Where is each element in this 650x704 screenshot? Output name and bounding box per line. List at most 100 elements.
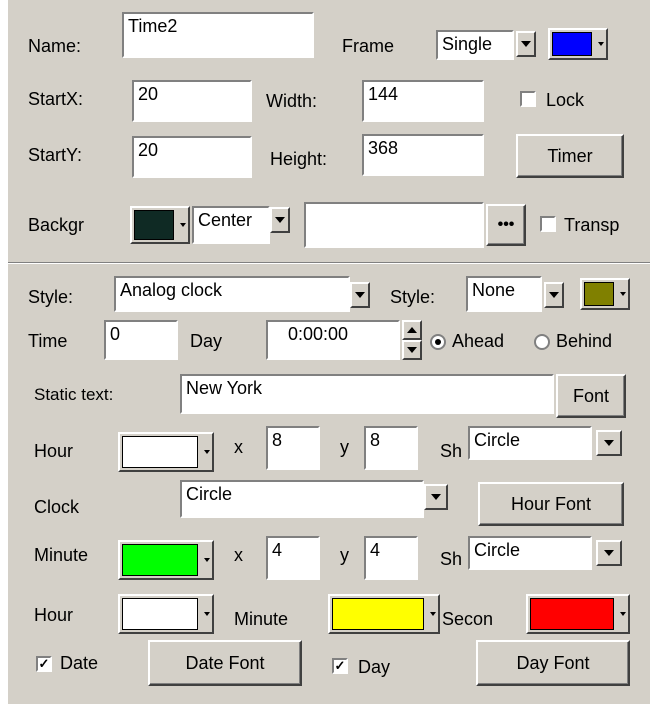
background-image-input[interactable]: [304, 202, 484, 248]
startx-input[interactable]: 20: [132, 80, 252, 122]
chevron-down-icon: [275, 217, 285, 223]
background-color-swatch: [134, 210, 174, 240]
day-offset-label: Day: [190, 331, 223, 351]
chevron-down-icon: [204, 450, 210, 454]
lock-label: Lock: [546, 90, 585, 110]
hour-y-input[interactable]: 8: [364, 426, 418, 470]
checkmark-icon: ✓: [334, 658, 346, 673]
minute-hand-color-swatch: [332, 598, 424, 630]
hour-font-button[interactable]: Hour Font: [478, 482, 624, 526]
name-label: Name:: [28, 36, 82, 56]
minute-x-input[interactable]: 4: [266, 536, 320, 580]
browse-button[interactable]: •••: [486, 204, 526, 246]
style-color-swatch: [584, 282, 614, 306]
chevron-down-icon: [620, 612, 626, 616]
hour-hand-color-picker[interactable]: [118, 594, 214, 634]
chevron-down-icon: [355, 292, 365, 298]
style-color-picker[interactable]: [580, 278, 630, 310]
minute-y-input[interactable]: 4: [364, 536, 418, 580]
background-color-picker[interactable]: [130, 206, 190, 244]
day-checkbox[interactable]: ✓: [332, 658, 348, 674]
frame-label: Frame: [342, 36, 395, 56]
style2-select[interactable]: None: [466, 276, 542, 312]
chevron-down-icon: [521, 41, 531, 47]
minute-label: Minute: [34, 545, 89, 565]
timer-button[interactable]: Timer: [516, 134, 624, 178]
hour-color-picker[interactable]: [118, 432, 214, 472]
lock-checkbox[interactable]: [520, 91, 536, 107]
hour-shape-dropdown[interactable]: [596, 430, 622, 456]
chevron-down-icon: [604, 440, 614, 446]
time-label: Time: [28, 331, 68, 351]
day-font-button[interactable]: Day Font: [476, 640, 630, 686]
clock-shape-dropdown[interactable]: [424, 484, 448, 510]
style-select[interactable]: Analog clock: [114, 276, 350, 312]
frame-color-picker[interactable]: [548, 28, 608, 60]
behind-radio[interactable]: [534, 334, 550, 350]
style-label: Style:: [28, 287, 74, 307]
date-label: Date: [60, 653, 99, 673]
chevron-down-icon: [604, 550, 614, 556]
clock-shape-select[interactable]: Circle: [180, 480, 424, 518]
second-hand-label: Secon: [442, 609, 494, 629]
time-input[interactable]: 0: [104, 320, 178, 360]
hour-x-input[interactable]: 8: [266, 426, 320, 470]
behind-label: Behind: [556, 331, 613, 351]
minute-shape-select[interactable]: Circle: [468, 536, 592, 570]
style2-label: Style:: [390, 287, 436, 307]
hour-x-label: x: [234, 437, 243, 457]
minute-y-label: y: [340, 545, 349, 565]
starty-label: StartY:: [28, 145, 83, 165]
chevron-down-icon: [204, 558, 210, 562]
starty-input[interactable]: 20: [132, 136, 252, 178]
background-align-dropdown[interactable]: [270, 207, 290, 233]
frame-dropdown-button[interactable]: [516, 31, 536, 57]
minute-shape-dropdown[interactable]: [596, 540, 622, 566]
style-dropdown-button[interactable]: [350, 282, 370, 308]
day-time-input[interactable]: 0:00:00: [266, 320, 400, 360]
chevron-down-icon: [407, 347, 417, 353]
height-input[interactable]: 368: [362, 134, 484, 176]
background-align-select[interactable]: Center: [192, 206, 270, 244]
transparent-checkbox[interactable]: [540, 216, 556, 232]
spin-up-button[interactable]: [402, 320, 422, 340]
spin-down-button[interactable]: [402, 340, 422, 360]
clock-properties-panel: Name: Time2 Frame Single StartX: 20 Widt…: [8, 0, 650, 704]
minute-color-picker[interactable]: [118, 540, 214, 580]
second-hand-color-picker[interactable]: [526, 594, 630, 634]
ahead-radio[interactable]: [430, 334, 446, 350]
hour-color-swatch: [122, 436, 198, 468]
height-label: Height:: [270, 149, 328, 169]
date-font-button[interactable]: Date Font: [148, 640, 302, 686]
minute-shape-label: Sh: [440, 549, 463, 569]
ellipsis-icon: •••: [497, 216, 515, 233]
day-label: Day: [358, 657, 391, 677]
hour-shape-select[interactable]: Circle: [468, 426, 592, 460]
chevron-down-icon: [431, 494, 441, 500]
chevron-down-icon: [204, 612, 210, 616]
hour-shape-label: Sh: [440, 441, 463, 461]
name-input[interactable]: Time2: [122, 12, 314, 58]
background-label: Backgr: [28, 215, 85, 235]
minute-color-swatch: [122, 544, 198, 576]
clock-label: Clock: [34, 497, 80, 517]
frame-color-swatch: [552, 32, 592, 56]
minute-x-label: x: [234, 545, 243, 565]
divider: [8, 263, 650, 264]
chevron-down-icon: [180, 223, 186, 227]
static-text-label: Static text:: [34, 385, 114, 404]
ahead-label: Ahead: [452, 331, 505, 351]
hour-hand-label: Hour: [34, 605, 74, 625]
second-hand-color-swatch: [530, 598, 614, 630]
font-button[interactable]: Font: [556, 374, 626, 418]
minute-hand-label: Minute: [234, 609, 289, 629]
static-text-input[interactable]: New York: [180, 374, 554, 414]
minute-hand-color-picker[interactable]: [328, 594, 440, 634]
width-input[interactable]: 144: [362, 80, 484, 122]
date-checkbox[interactable]: ✓: [36, 656, 52, 672]
hour-label: Hour: [34, 441, 74, 461]
hour-hand-color-swatch: [122, 598, 198, 630]
width-label: Width:: [266, 91, 318, 111]
style2-dropdown-button[interactable]: [544, 282, 564, 308]
frame-select[interactable]: Single: [436, 30, 514, 60]
